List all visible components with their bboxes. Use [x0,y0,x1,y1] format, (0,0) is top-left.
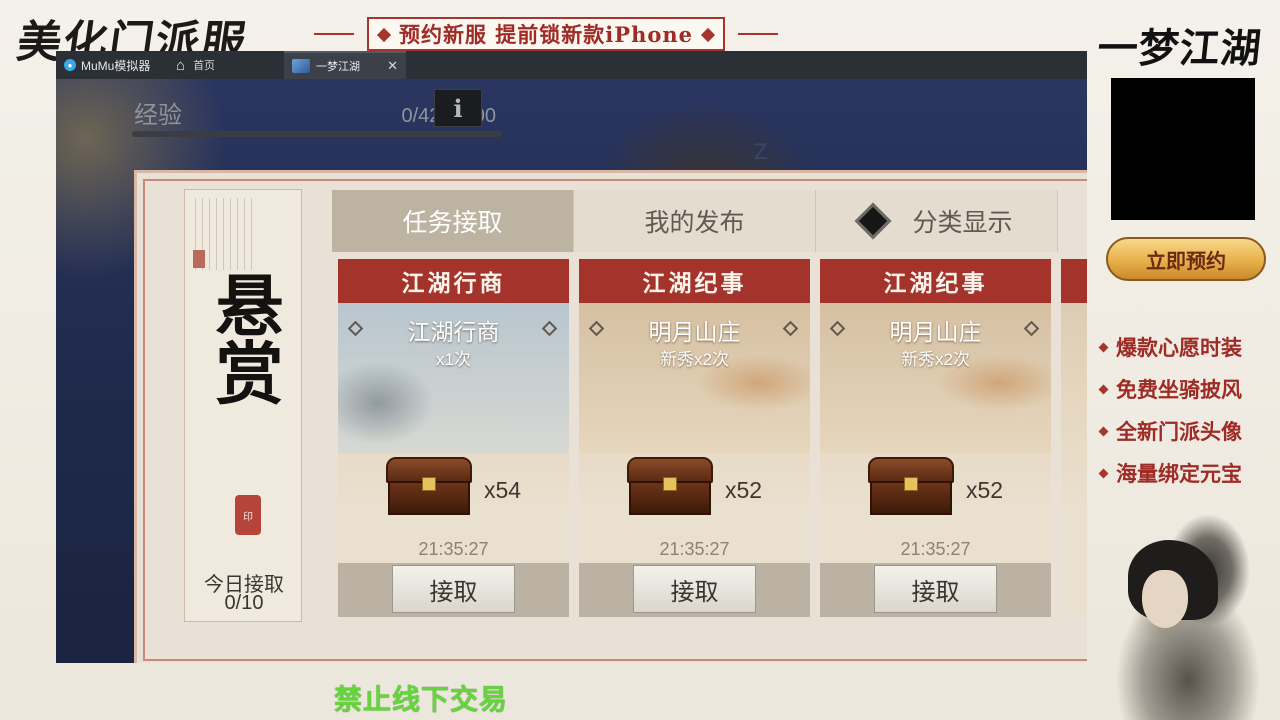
bounty-card-list: 江湖行商 江湖行商 x1次 x54 21:35:27 接取 江湖纪事 明月山庄 … [338,259,1087,617]
chest-lock [904,477,918,491]
promo-list: 爆款心愿时装 免费坐骑披风 全新门派头像 海量绑定元宝 [1096,326,1280,494]
chest-lock [422,477,436,491]
promo-item: 海量绑定元宝 [1096,452,1280,494]
emulator-app-label: ● MuMu模拟器 [56,51,168,79]
promo-text: 海量绑定元宝 [1116,461,1242,486]
card-category: 江湖纪事 [820,259,1051,303]
accept-button[interactable]: 接取 [874,565,997,613]
app-name: MuMu模拟器 [81,58,151,73]
game-tab-label-wrap: 一梦江湖 [292,58,360,74]
card-category: 江湖行商 [338,259,569,303]
treasure-chest-icon [868,457,954,517]
tab-accept-task[interactable]: 任务接取 [332,190,574,252]
promo-item: 免费坐骑披风 [1096,368,1280,410]
promo-item: 爆款心愿时装 [1096,326,1280,368]
promo-text: 爆款心愿时装 [1116,335,1242,360]
card-requirement: 新秀x2次 [660,350,729,369]
reward-count: x52 [966,477,1004,503]
card-requirement: 新秀x2次 [901,350,970,369]
promo-text: 全新门派头像 [1116,419,1242,444]
small-seal-icon [193,250,205,268]
info-button[interactable]: i [434,89,482,127]
home-icon: ⌂ [176,56,186,74]
diamond-bullet-icon [1098,468,1109,478]
banner-line-left [314,33,354,35]
accept-button[interactable]: 接取 [392,565,515,613]
experience-label: 经验 [134,102,182,129]
treasure-chest-icon [386,457,472,517]
home-label: 首页 [193,60,216,72]
card-location: 明月山庄 [648,319,741,345]
accept-button[interactable]: 接取 [633,565,756,613]
banner-line-right [738,33,778,35]
close-icon[interactable]: ✕ [387,58,398,74]
card-timer: 21:35:27 [659,539,730,559]
tab-my-posts[interactable]: 我的发布 [574,190,816,252]
character-face [1142,570,1188,628]
experience-track [132,131,502,137]
game-tab-label: 一梦江湖 [316,61,360,73]
diamond-bullet-icon [1098,342,1109,352]
today-accept-count: 0/10 [224,592,264,614]
card-location: 江湖行商 [407,319,500,345]
promo-item: 全新门派头像 [1096,410,1280,452]
bounty-panel: 悬赏 印 今日接取 0/10 任务接取 我的发布 分类显示 江湖行商 江湖行商 … [134,170,1087,663]
reserve-now-button[interactable]: 立即预约 [1106,237,1266,281]
bounty-card: 江湖纪事 明月山庄 新秀x2次 x52 21:35:27 接取 [820,259,1051,617]
tab-category-display[interactable]: 分类显示 [816,190,1058,252]
diamond-icon [855,202,892,240]
emulator-window: ● MuMu模拟器 ⌂ 首页 一梦江湖 ✕ 经验 0/4200000 i Z [56,51,1087,663]
card-requirement: x1次 [436,350,471,369]
bounty-tab-bar: 任务接取 我的发布 分类显示 [332,190,1087,252]
card-timer: 21:35:27 [418,539,489,559]
card-timer: 21:35:27 [900,539,971,559]
tab-label: 我的发布 [644,209,745,237]
character-artwork [1088,500,1280,720]
webcam-placeholder [1111,78,1255,220]
tab-label: 分类显示 [912,209,1013,237]
reward-count: x52 [725,477,763,503]
bounty-card: 江湖纪事 明月山庄 新秀x2次 x52 21:35:27 接取 [579,259,810,617]
promo-text: 免费坐骑披风 [1116,377,1242,402]
game-tab[interactable]: 一梦江湖 ✕ [284,51,406,79]
notice-text: 禁止线下交易 [334,684,509,715]
sleep-indicator: Z [754,139,768,164]
treasure-chest-icon [627,457,713,517]
emulator-titlebar: ● MuMu模拟器 ⌂ 首页 一梦江湖 ✕ [56,51,1087,79]
diamond-icon [376,27,392,43]
card-category-partial [1061,259,1087,303]
mumu-logo-icon: ● [64,59,76,71]
promo-banner: 预约新服 提前锁新款iPhone [314,14,778,54]
tab-label: 任务接取 [402,209,503,237]
banner-text: 预约新服 提前锁新款iPhone [399,22,693,47]
banner-box: 预约新服 提前锁新款iPhone [367,17,725,51]
bounty-side-column: 悬赏 印 今日接取 0/10 [184,189,302,622]
game-tab-icon [292,59,310,73]
diamond-icon [700,27,716,43]
diamond-bullet-icon [1098,426,1109,436]
bounty-card: 江湖行商 江湖行商 x1次 x54 21:35:27 接取 [338,259,569,617]
card-location: 明月山庄 [889,319,982,345]
chest-lock [663,477,677,491]
home-tab[interactable]: ⌂ 首页 [168,51,284,79]
card-category: 江湖纪事 [579,259,810,303]
red-seal-icon: 印 [235,495,261,535]
bounty-title: 悬赏 [203,270,283,406]
bounty-card-partial [1061,259,1087,617]
reward-count: x54 [484,477,522,503]
game-scene: 经验 0/4200000 i Z 悬赏 印 今日接取 0/10 任务接取 [56,79,1087,663]
game-logo: 一梦江湖 [1095,25,1265,72]
diamond-bullet-icon [1098,384,1109,394]
